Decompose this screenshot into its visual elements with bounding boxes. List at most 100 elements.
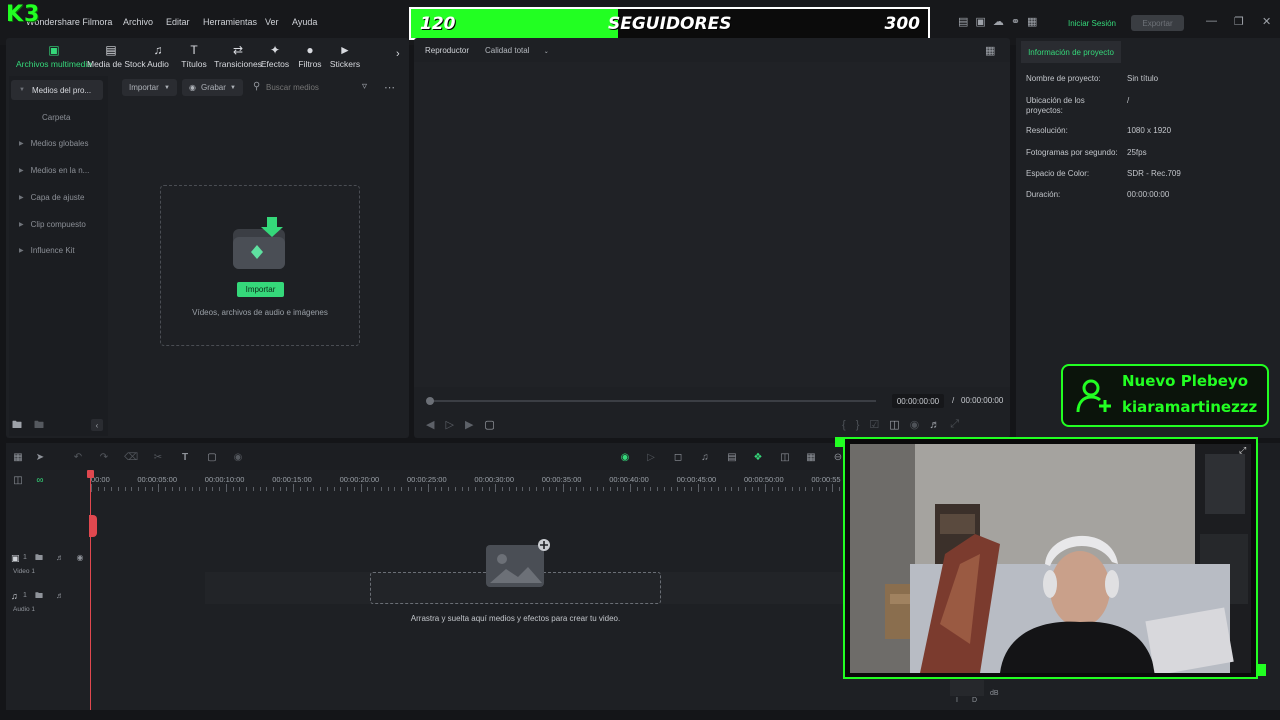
scrub-handle[interactable] (426, 397, 434, 405)
more-options-icon[interactable]: ⋯ (384, 81, 395, 94)
playhead-marker[interactable] (89, 515, 97, 537)
stickers-icon: ► (339, 43, 351, 57)
text-tool-icon[interactable]: T (178, 451, 192, 465)
ruler-tick (738, 487, 740, 491)
tab-project-info[interactable]: Información de proyecto (1021, 41, 1121, 63)
mark-out-icon[interactable]: } (856, 418, 860, 431)
display-icon[interactable]: ◫ (889, 418, 899, 431)
sidebar-item-compound-clip[interactable]: ▶ Clip compuesto (11, 214, 103, 234)
pip-icon[interactable]: ◫ (778, 451, 792, 465)
ai-icon[interactable]: ◉ (618, 451, 632, 465)
folder-icon[interactable]: 🖿 (34, 418, 44, 435)
ruler-tick (272, 487, 274, 491)
login-button[interactable]: Iniciar Sesión (1064, 15, 1120, 31)
redo-icon[interactable]: ↷ (97, 451, 111, 465)
import-button[interactable]: Importar (237, 282, 284, 297)
audio-mute-icon[interactable]: ♬ (53, 589, 67, 603)
filter-icon[interactable]: ▿ (362, 81, 367, 92)
video-mute-icon[interactable]: ♬ (53, 551, 67, 565)
apps-icon[interactable]: ▦ (1027, 15, 1037, 28)
save-icon[interactable]: ▣ (975, 15, 985, 28)
sidebar-item-influence-kit[interactable]: ▶ Influence Kit (11, 240, 103, 260)
audio-folder-icon[interactable]: 🖿 (32, 589, 46, 603)
cut-icon[interactable]: ✂ (151, 451, 165, 465)
stop-icon[interactable]: ▢ (484, 418, 494, 431)
play-icon[interactable]: ▶ (465, 418, 473, 431)
ruler-tick (401, 487, 403, 491)
record-label: Grabar (200, 83, 226, 92)
color-icon[interactable]: ◉ (231, 451, 245, 465)
menu-herramientas[interactable]: Herramientas (203, 17, 257, 27)
ruler-tick (313, 487, 315, 491)
crop-icon[interactable]: ▢ (205, 451, 219, 465)
split-screen-icon[interactable]: ▦ (804, 451, 818, 465)
tab-stock[interactable]: ▤ Media de Stock (87, 43, 146, 69)
search-input[interactable] (266, 80, 356, 95)
link-icon[interactable]: ∞ (33, 474, 47, 488)
playhead-handle[interactable] (87, 470, 94, 478)
scrub-bar[interactable] (430, 400, 876, 402)
sidebar-item-label: Medios en la n... (30, 165, 90, 175)
snap-icon[interactable]: ❖ (751, 451, 765, 465)
marker-icon[interactable]: ◻ (671, 451, 685, 465)
video-folder-icon[interactable]: 🖿 (32, 551, 46, 565)
import-dropdown[interactable]: Importar ▼ (122, 79, 177, 96)
ruler-tick (232, 487, 234, 491)
chevron-down-icon: ⌄ (543, 49, 549, 55)
sidebar-item-folder[interactable]: Carpeta (11, 107, 103, 127)
insert-icon[interactable]: ☑ (869, 418, 879, 431)
audio-meter (950, 680, 984, 696)
add-track-icon[interactable]: ◫ (11, 474, 25, 488)
record-icon: ◉ (189, 83, 196, 92)
play-back-icon[interactable]: ▷ (445, 418, 453, 431)
restore-icon[interactable]: ❐ (1234, 15, 1244, 28)
undo-icon[interactable]: ↶ (71, 451, 85, 465)
menu-archivo[interactable]: Archivo (123, 17, 153, 27)
menu-ayuda[interactable]: Ayuda (292, 17, 317, 27)
prev-frame-icon[interactable]: ◀ (426, 418, 434, 431)
collapse-sidebar-icon[interactable]: ‹ (91, 419, 103, 431)
ruler-tick-label: 00:00:25:00 (407, 475, 447, 484)
render-icon[interactable]: ▷ (644, 451, 658, 465)
playhead-line[interactable] (90, 472, 91, 710)
add-media-image-icon (484, 539, 552, 591)
grid-icon[interactable]: ▦ (11, 451, 25, 465)
layout-icon[interactable]: ▤ (958, 15, 968, 28)
select-tool-icon[interactable]: ➤ (33, 451, 47, 465)
minimize-icon[interactable]: — (1206, 15, 1217, 27)
ruler-tick (765, 484, 766, 492)
fullscreen-icon[interactable]: ⤢ (950, 418, 959, 431)
export-button[interactable]: Exportar (1131, 15, 1184, 31)
close-icon[interactable]: ✕ (1262, 15, 1271, 28)
tab-stickers[interactable]: ► Stickers (321, 43, 369, 69)
info-label-name: Nombre de proyecto: (1026, 74, 1101, 83)
time-separator: / (952, 396, 955, 405)
ruler-tick (818, 487, 820, 491)
ruler-tick (205, 487, 207, 491)
menu-editar[interactable]: Editar (166, 17, 190, 27)
camera-icon[interactable]: ◉ (910, 418, 920, 431)
tab-media[interactable]: ▣ Archivos multimedia (10, 43, 98, 69)
support-icon[interactable]: ⚭ (1011, 15, 1020, 28)
sidebar-item-project-media[interactable]: ▼ Medios del pro... (11, 80, 103, 100)
snapshot-icon[interactable]: ▦ (985, 44, 995, 57)
record-dropdown[interactable]: ◉ Grabar ▼ (182, 79, 243, 96)
new-folder-icon[interactable]: 🖿 (12, 418, 22, 435)
cloud-icon[interactable]: ☁ (993, 15, 1004, 28)
video-track-label: Video 1 (13, 568, 35, 575)
quality-dropdown[interactable]: Calidad total ⌄ (485, 46, 549, 55)
audio-edit-icon[interactable]: ▤ (725, 451, 739, 465)
sidebar-item-cloud-media[interactable]: ▶ Medios en la n... (11, 160, 103, 180)
video-visibility-icon[interactable]: ◉ (73, 551, 87, 565)
ruler-tick (805, 487, 807, 491)
sidebar-item-adjustment-layer[interactable]: ▶ Capa de ajuste (11, 187, 103, 207)
delete-icon[interactable]: ⌫ (124, 451, 138, 465)
sidebar-item-global-media[interactable]: ▶ Medios globales (11, 133, 103, 153)
mic-icon[interactable]: ♫ (698, 451, 712, 465)
more-tabs-chevron-icon[interactable]: › (396, 48, 400, 60)
info-value-name: Sin título (1127, 74, 1159, 83)
caret-icon: ▼ (19, 87, 25, 93)
mark-in-icon[interactable]: { (842, 418, 846, 431)
volume-icon[interactable]: ♬ (929, 418, 940, 431)
menu-ver[interactable]: Ver (265, 17, 279, 27)
